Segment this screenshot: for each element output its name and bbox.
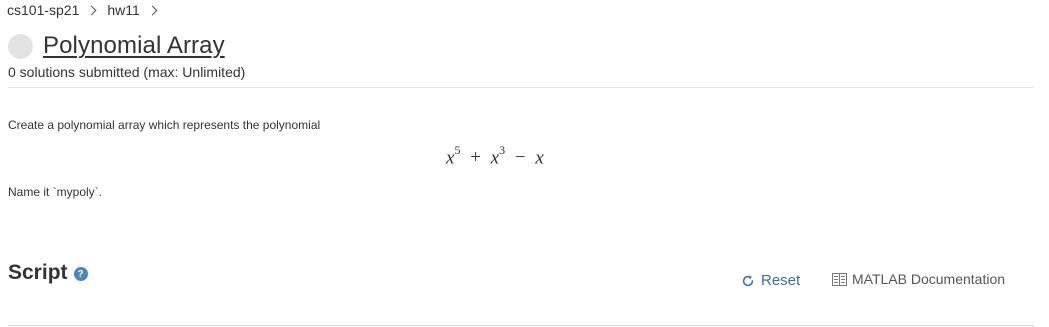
problem-description: Create a polynomial array which represen… [8, 118, 321, 132]
equation-operator: − [514, 147, 526, 169]
reset-label: Reset [761, 272, 801, 289]
doc-label: MATLAB Documentation [852, 271, 1006, 287]
problem-title[interactable]: Polynomial Array [43, 32, 225, 60]
help-icon[interactable]: ? [73, 267, 88, 281]
equation-term-base: x [535, 147, 544, 169]
breadcrumb-assignment-link[interactable]: hw11 [107, 2, 139, 18]
equation-term-exponent: 3 [499, 143, 506, 157]
matlab-documentation-link[interactable]: MATLAB Documentation [832, 271, 1005, 287]
script-section-header: Script ? [8, 261, 88, 285]
chevron-right-icon [147, 5, 158, 15]
header-divider [8, 87, 1034, 88]
breadcrumb-course-link[interactable]: cs101-sp21 [7, 2, 79, 18]
equation-term-base: x [490, 147, 500, 169]
status-circle-icon [8, 33, 33, 59]
equation-term-exponent: 5 [454, 143, 461, 157]
breadcrumb: cs101-sp21 hw11 [7, 1, 168, 19]
chevron-right-icon [86, 5, 97, 15]
editor-top-border [8, 325, 1034, 326]
script-heading: Script [8, 261, 68, 284]
refresh-icon [742, 274, 754, 286]
problem-header: Polynomial Array [8, 32, 225, 60]
reset-button[interactable]: Reset [741, 272, 800, 289]
book-icon [832, 272, 847, 286]
polynomial-equation: x5 + x3 − x [446, 143, 544, 169]
submission-count: 0 solutions submitted (max: Unlimited) [8, 64, 246, 80]
name-instruction: Name it `mypoly`. [8, 185, 103, 199]
equation-operator: + [470, 147, 481, 169]
